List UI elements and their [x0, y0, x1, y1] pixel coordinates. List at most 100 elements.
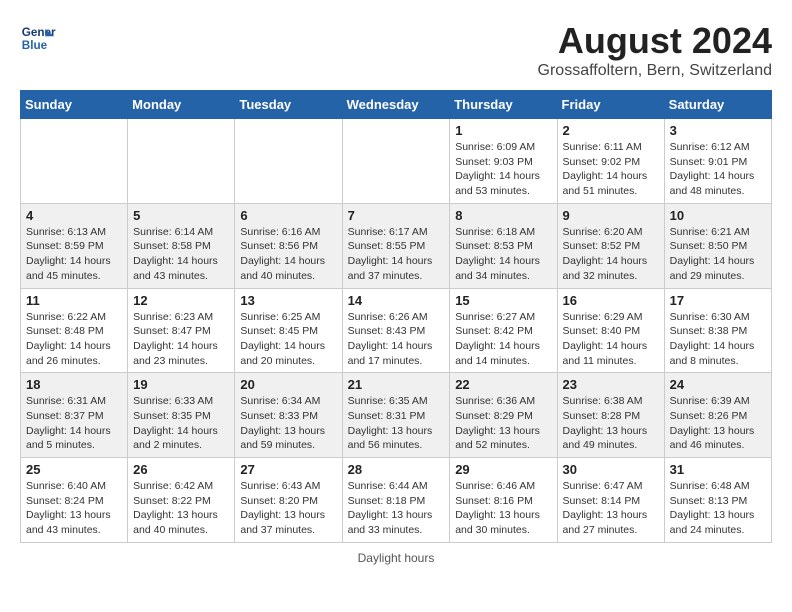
week-row-4: 25 Sunrise: 6:40 AM Sunset: 8:24 PM Dayli… [21, 458, 772, 543]
calendar-cell: 17 Sunrise: 6:30 AM Sunset: 8:38 PM Dayli… [664, 288, 771, 373]
day-info: Sunrise: 6:09 AM Sunset: 9:03 PM Dayligh… [455, 140, 551, 199]
calendar-cell [235, 119, 342, 204]
day-info: Sunrise: 6:40 AM Sunset: 8:24 PM Dayligh… [26, 479, 122, 538]
day-number: 28 [348, 462, 445, 477]
day-info: Sunrise: 6:48 AM Sunset: 8:13 PM Dayligh… [670, 479, 766, 538]
day-number: 1 [455, 123, 551, 138]
calendar-cell: 29 Sunrise: 6:46 AM Sunset: 8:16 PM Dayli… [450, 458, 557, 543]
calendar-cell: 12 Sunrise: 6:23 AM Sunset: 8:47 PM Dayli… [128, 288, 235, 373]
day-info: Sunrise: 6:47 AM Sunset: 8:14 PM Dayligh… [563, 479, 659, 538]
calendar-cell: 22 Sunrise: 6:36 AM Sunset: 8:29 PM Dayli… [450, 373, 557, 458]
day-number: 19 [133, 377, 229, 392]
day-number: 25 [26, 462, 122, 477]
header: General Blue August 2024 Grossaffoltern,… [20, 20, 772, 80]
calendar-cell: 18Sunrise: 6:31 AM Sunset: 8:37 PM Dayli… [21, 373, 128, 458]
day-info: Sunrise: 6:13 AM Sunset: 8:59 PM Dayligh… [26, 225, 122, 284]
day-info: Sunrise: 6:31 AM Sunset: 8:37 PM Dayligh… [26, 394, 122, 453]
day-number: 12 [133, 293, 229, 308]
calendar-cell: 28 Sunrise: 6:44 AM Sunset: 8:18 PM Dayli… [342, 458, 450, 543]
header-cell-sunday: Sunday [21, 91, 128, 119]
day-info: Sunrise: 6:16 AM Sunset: 8:56 PM Dayligh… [240, 225, 336, 284]
day-number: 13 [240, 293, 336, 308]
day-number: 17 [670, 293, 766, 308]
day-number: 3 [670, 123, 766, 138]
calendar-cell: 30 Sunrise: 6:47 AM Sunset: 8:14 PM Dayli… [557, 458, 664, 543]
header-cell-tuesday: Tuesday [235, 91, 342, 119]
day-info: Sunrise: 6:20 AM Sunset: 8:52 PM Dayligh… [563, 225, 659, 284]
day-number: 2 [563, 123, 659, 138]
header-cell-wednesday: Wednesday [342, 91, 450, 119]
title-area: August 2024 Grossaffoltern, Bern, Switze… [538, 20, 772, 80]
calendar-cell: 4 Sunrise: 6:13 AM Sunset: 8:59 PM Daylig… [21, 203, 128, 288]
week-row-3: 18Sunrise: 6:31 AM Sunset: 8:37 PM Dayli… [21, 373, 772, 458]
day-number: 27 [240, 462, 336, 477]
day-number: 5 [133, 208, 229, 223]
day-info: Sunrise: 6:21 AM Sunset: 8:50 PM Dayligh… [670, 225, 766, 284]
day-info: Sunrise: 6:46 AM Sunset: 8:16 PM Dayligh… [455, 479, 551, 538]
day-info: Sunrise: 6:11 AM Sunset: 9:02 PM Dayligh… [563, 140, 659, 199]
calendar-cell: 26Sunrise: 6:42 AM Sunset: 8:22 PM Dayli… [128, 458, 235, 543]
calendar-cell: 8 Sunrise: 6:18 AM Sunset: 8:53 PM Daylig… [450, 203, 557, 288]
calendar-cell: 1 Sunrise: 6:09 AM Sunset: 9:03 PM Daylig… [450, 119, 557, 204]
logo: General Blue [20, 20, 56, 56]
day-number: 29 [455, 462, 551, 477]
day-number: 6 [240, 208, 336, 223]
day-info: Sunrise: 6:42 AM Sunset: 8:22 PM Dayligh… [133, 479, 229, 538]
header-cell-friday: Friday [557, 91, 664, 119]
calendar-cell: 24 Sunrise: 6:39 AM Sunset: 8:26 PM Dayli… [664, 373, 771, 458]
day-number: 8 [455, 208, 551, 223]
day-info: Sunrise: 6:12 AM Sunset: 9:01 PM Dayligh… [670, 140, 766, 199]
day-number: 20 [240, 377, 336, 392]
calendar-cell: 25 Sunrise: 6:40 AM Sunset: 8:24 PM Dayli… [21, 458, 128, 543]
day-number: 7 [348, 208, 445, 223]
day-number: 16 [563, 293, 659, 308]
calendar-cell: 31Sunrise: 6:48 AM Sunset: 8:13 PM Dayli… [664, 458, 771, 543]
day-info: Sunrise: 6:26 AM Sunset: 8:43 PM Dayligh… [348, 310, 445, 369]
day-number: 21 [348, 377, 445, 392]
subtitle: Grossaffoltern, Bern, Switzerland [538, 62, 772, 80]
calendar-cell: 5 Sunrise: 6:14 AM Sunset: 8:58 PM Daylig… [128, 203, 235, 288]
week-row-1: 4 Sunrise: 6:13 AM Sunset: 8:59 PM Daylig… [21, 203, 772, 288]
calendar-cell: 23Sunrise: 6:38 AM Sunset: 8:28 PM Dayli… [557, 373, 664, 458]
calendar-cell: 27 Sunrise: 6:43 AM Sunset: 8:20 PM Dayli… [235, 458, 342, 543]
day-info: Sunrise: 6:27 AM Sunset: 8:42 PM Dayligh… [455, 310, 551, 369]
day-number: 11 [26, 293, 122, 308]
day-info: Sunrise: 6:44 AM Sunset: 8:18 PM Dayligh… [348, 479, 445, 538]
calendar-cell: 7Sunrise: 6:17 AM Sunset: 8:55 PM Daylig… [342, 203, 450, 288]
day-info: Sunrise: 6:23 AM Sunset: 8:47 PM Dayligh… [133, 310, 229, 369]
calendar-cell: 21Sunrise: 6:35 AM Sunset: 8:31 PM Dayli… [342, 373, 450, 458]
week-row-0: 1 Sunrise: 6:09 AM Sunset: 9:03 PM Daylig… [21, 119, 772, 204]
calendar-cell: 11Sunrise: 6:22 AM Sunset: 8:48 PM Dayli… [21, 288, 128, 373]
day-info: Sunrise: 6:14 AM Sunset: 8:58 PM Dayligh… [133, 225, 229, 284]
calendar-cell: 13Sunrise: 6:25 AM Sunset: 8:45 PM Dayli… [235, 288, 342, 373]
svg-text:General: General [22, 26, 56, 39]
calendar-cell [342, 119, 450, 204]
day-info: Sunrise: 6:36 AM Sunset: 8:29 PM Dayligh… [455, 394, 551, 453]
logo-icon: General Blue [20, 20, 56, 56]
day-info: Sunrise: 6:43 AM Sunset: 8:20 PM Dayligh… [240, 479, 336, 538]
day-info: Sunrise: 6:18 AM Sunset: 8:53 PM Dayligh… [455, 225, 551, 284]
calendar-cell: 19 Sunrise: 6:33 AM Sunset: 8:35 PM Dayli… [128, 373, 235, 458]
day-info: Sunrise: 6:30 AM Sunset: 8:38 PM Dayligh… [670, 310, 766, 369]
header-cell-thursday: Thursday [450, 91, 557, 119]
day-number: 24 [670, 377, 766, 392]
calendar-cell: 16 Sunrise: 6:29 AM Sunset: 8:40 PM Dayli… [557, 288, 664, 373]
day-number: 14 [348, 293, 445, 308]
calendar-cell: 15Sunrise: 6:27 AM Sunset: 8:42 PM Dayli… [450, 288, 557, 373]
day-info: Sunrise: 6:39 AM Sunset: 8:26 PM Dayligh… [670, 394, 766, 453]
day-number: 4 [26, 208, 122, 223]
day-number: 23 [563, 377, 659, 392]
calendar-cell [21, 119, 128, 204]
day-number: 30 [563, 462, 659, 477]
calendar-cell: 20Sunrise: 6:34 AM Sunset: 8:33 PM Dayli… [235, 373, 342, 458]
day-info: Sunrise: 6:33 AM Sunset: 8:35 PM Dayligh… [133, 394, 229, 453]
day-number: 22 [455, 377, 551, 392]
calendar-cell: 14 Sunrise: 6:26 AM Sunset: 8:43 PM Dayli… [342, 288, 450, 373]
day-number: 9 [563, 208, 659, 223]
calendar-cell [128, 119, 235, 204]
day-number: 10 [670, 208, 766, 223]
footer-text: Daylight hours [358, 551, 435, 565]
day-info: Sunrise: 6:29 AM Sunset: 8:40 PM Dayligh… [563, 310, 659, 369]
calendar-table: SundayMondayTuesdayWednesdayThursdayFrid… [20, 90, 772, 543]
calendar-cell: 2 Sunrise: 6:11 AM Sunset: 9:02 PM Daylig… [557, 119, 664, 204]
